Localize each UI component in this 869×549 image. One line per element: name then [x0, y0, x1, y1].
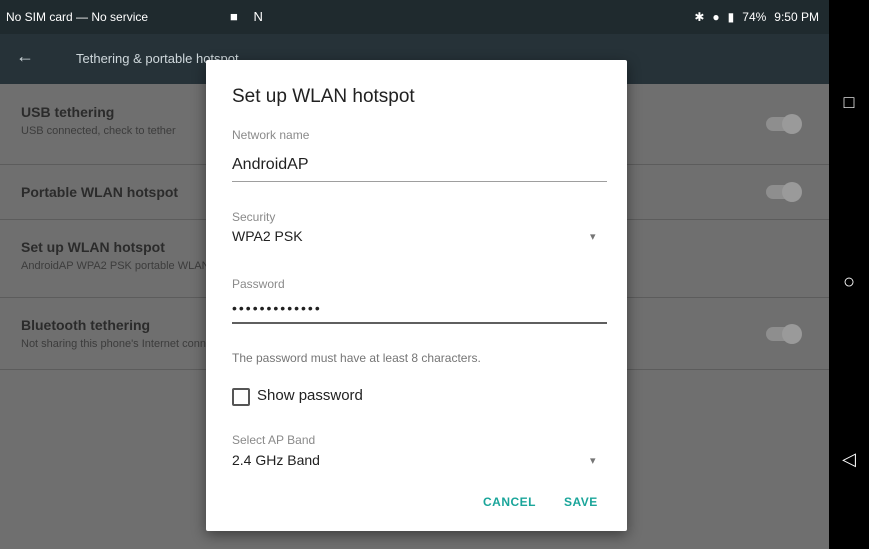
setting-title: USB tethering [21, 104, 115, 120]
recents-icon[interactable]: □ [839, 92, 859, 112]
security-select[interactable]: WPA2 PSK [232, 228, 303, 244]
network-name-label: Network name [232, 128, 310, 142]
battery-icon: ▮ [727, 10, 735, 24]
hotspot-setup-dialog: Set up WLAN hotspot Network name Android… [206, 60, 627, 531]
portable-hotspot-toggle[interactable] [766, 182, 802, 202]
show-password-checkbox[interactable] [232, 388, 250, 406]
network-name-field[interactable]: AndroidAP [232, 156, 309, 174]
ap-band-select[interactable]: 2.4 GHz Band [232, 452, 320, 468]
back-arrow-icon[interactable]: ← [16, 46, 34, 67]
bluetooth-tethering-toggle[interactable] [766, 324, 802, 344]
home-icon[interactable]: ○ [839, 271, 859, 293]
usb-tethering-toggle[interactable] [766, 114, 802, 134]
ap-band-dropdown-icon[interactable]: ▾ [590, 454, 596, 467]
cancel-button[interactable]: CANCEL [483, 495, 536, 509]
setting-subtitle: USB connected, check to tether [21, 125, 176, 137]
dnd-icon: ● [712, 10, 720, 24]
status-right: ✱ ● ▮ 74% 9:50 PM [694, 10, 819, 24]
show-password-label[interactable]: Show password [257, 387, 363, 404]
back-icon[interactable]: ◁ [839, 449, 859, 469]
setting-title: Bluetooth tethering [21, 317, 151, 333]
network-name-underline [232, 181, 607, 182]
password-label: Password [232, 277, 285, 291]
setting-title: Set up WLAN hotspot [21, 239, 165, 255]
navigation-bar: □ ○ ◁ [829, 0, 869, 549]
clock: 9:50 PM [774, 10, 819, 24]
battery-percent: 74% [742, 10, 767, 24]
security-dropdown-icon[interactable]: ▾ [590, 230, 596, 243]
notification-icons: ■ N [230, 9, 269, 24]
bluetooth-icon: ✱ [694, 10, 705, 24]
setting-title: Portable WLAN hotspot [21, 184, 179, 200]
carrier-status: No SIM card — No service [6, 10, 149, 24]
dialog-title: Set up WLAN hotspot [232, 86, 415, 107]
setting-subtitle: Not sharing this phone's Internet connec… [21, 338, 236, 350]
security-label: Security [232, 210, 276, 224]
ap-band-label: Select AP Band [232, 433, 316, 447]
password-hint: The password must have at least 8 charac… [232, 351, 481, 365]
status-bar: No SIM card — No service ■ N ✱ ● ▮ 74% 9… [0, 0, 829, 34]
password-underline [232, 322, 607, 324]
screen: No SIM card — No service ■ N ✱ ● ▮ 74% 9… [0, 0, 829, 549]
password-field[interactable]: ••••••••••••• [232, 300, 322, 316]
save-button[interactable]: SAVE [564, 495, 598, 509]
